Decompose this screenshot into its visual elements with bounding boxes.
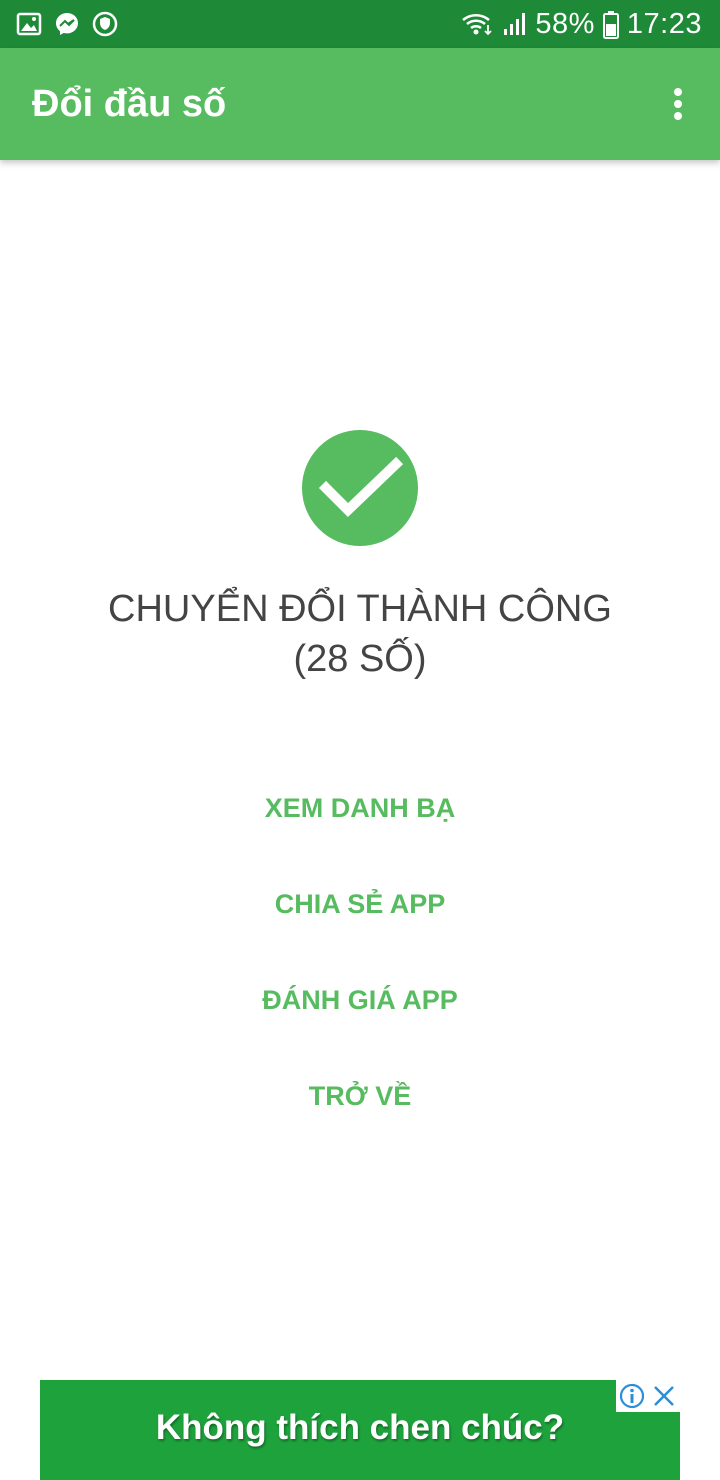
result-count: (28 SỐ) xyxy=(293,638,427,680)
clock: 17:23 xyxy=(626,7,702,40)
rate-app-button[interactable]: ĐÁNH GIÁ APP xyxy=(180,952,540,1048)
shield-icon xyxy=(92,11,118,37)
notification-icons xyxy=(16,11,118,37)
signal-icon xyxy=(503,11,527,37)
share-app-button[interactable]: CHIA SẺ APP xyxy=(180,856,540,952)
gallery-icon xyxy=(16,11,42,37)
result-message: CHUYỂN ĐỔI THÀNH CÔNG (28 SỐ) xyxy=(0,584,720,684)
ad-banner[interactable]: Không thích chen chúc? xyxy=(40,1380,680,1480)
ad-controls xyxy=(616,1380,680,1412)
battery-percentage: 58% xyxy=(535,7,595,40)
system-status: 58% 17:23 xyxy=(461,8,702,41)
info-icon[interactable] xyxy=(616,1380,648,1412)
battery-icon xyxy=(602,11,619,39)
check-circle-icon xyxy=(302,430,418,546)
ad-text: Không thích chen chúc? xyxy=(155,1408,565,1447)
result-title: CHUYỂN ĐỔI THÀNH CÔNG xyxy=(108,588,612,630)
messenger-icon xyxy=(54,11,80,37)
action-list: XEM DANH BẠ CHIA SẺ APP ĐÁNH GIÁ APP TRỞ… xyxy=(0,760,720,1144)
view-contacts-button[interactable]: XEM DANH BẠ xyxy=(180,760,540,856)
app-title: Đổi đầu số xyxy=(32,82,227,125)
wifi-icon xyxy=(461,11,495,37)
status-bar: 58% 17:23 xyxy=(0,0,720,48)
close-icon[interactable] xyxy=(648,1380,680,1412)
app-bar: Đổi đầu số xyxy=(0,48,720,160)
more-vertical-icon[interactable] xyxy=(666,84,690,124)
back-button[interactable]: TRỞ VỀ xyxy=(180,1048,540,1144)
